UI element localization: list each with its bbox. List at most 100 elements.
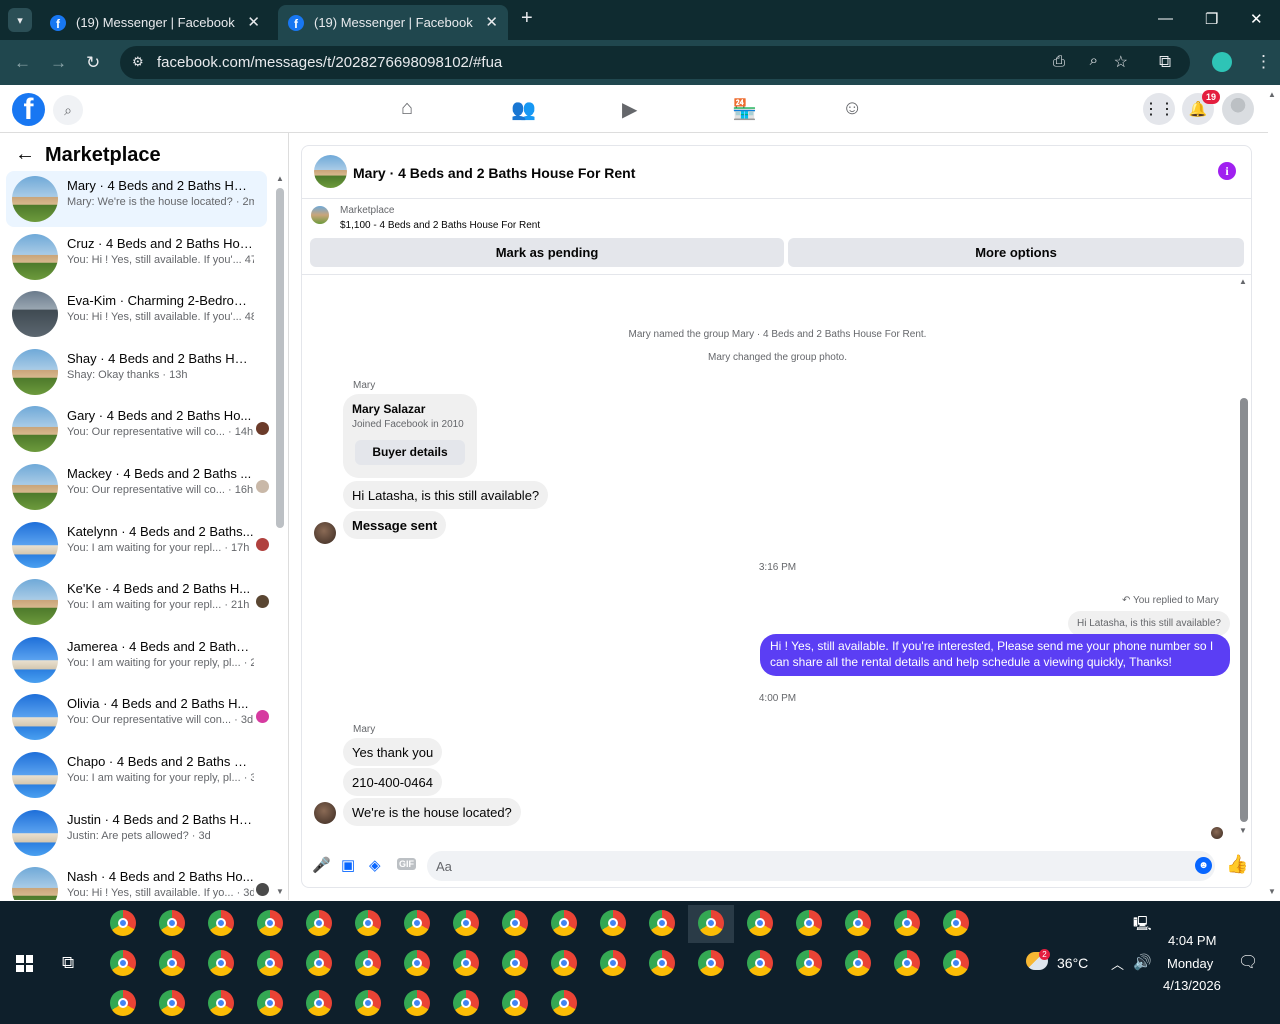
chrome-taskbar-icon[interactable] [845,950,871,976]
chat-scrollbar[interactable] [1240,398,1248,822]
chrome-taskbar-icon[interactable] [306,990,332,1016]
sender-avatar[interactable] [314,802,336,824]
chrome-taskbar-icon[interactable] [600,950,626,976]
conversation-item[interactable]: Justin · 4 Beds and 2 Baths Hou... Justin… [6,805,267,861]
tab-search-icon[interactable]: ▾ [8,8,32,32]
forward-icon[interactable]: → [50,53,67,73]
chrome-taskbar-icon[interactable] [355,910,381,936]
menu-grid-icon[interactable]: ⋮⋮ [1143,93,1175,125]
home-icon[interactable]: ⌂ [401,97,413,120]
back-arrow-icon[interactable]: ← [15,143,35,166]
friends-icon[interactable]: 👥 [511,97,536,122]
mark-as-pending-button[interactable]: Mark as pending [310,238,784,267]
show-hidden-icons-chevron[interactable]: ︿ [1111,954,1124,973]
facebook-logo-icon[interactable]: f [12,93,45,126]
start-windows-icon[interactable] [16,955,33,972]
chrome-taskbar-icon[interactable] [747,950,773,976]
back-icon[interactable]: ← [14,53,31,73]
address-bar[interactable]: ⚙ facebook.com/messages/t/20282766980981… [120,46,1190,79]
chrome-taskbar-icon[interactable] [502,990,528,1016]
message-bubble[interactable]: Message sent [343,511,447,539]
chrome-taskbar-icon[interactable] [404,990,430,1016]
sender-avatar[interactable] [314,522,336,544]
conversation-item[interactable]: Chapo · 4 Beds and 2 Baths Ho... You: I a… [6,747,267,803]
message-bubble[interactable]: Hi Latasha, is this still available? [343,481,549,509]
chrome-taskbar-icon[interactable] [698,950,724,976]
chrome-taskbar-icon[interactable] [355,950,381,976]
conversation-item[interactable]: Mary · 4 Beds and 2 Baths Hous... Mary: W… [6,171,267,227]
sidebar-scrollbar[interactable] [276,188,284,528]
chrome-taskbar-icon[interactable] [404,910,430,936]
install-app-icon[interactable]: ⎙ [1053,53,1065,70]
buyer-details-button[interactable]: Buyer details [355,440,465,465]
browser-tab-2[interactable]: f (19) Messenger | Facebook ✕ [278,5,508,40]
chrome-taskbar-icon[interactable] [453,990,479,1016]
watch-icon[interactable]: ▶ [622,97,637,122]
conversation-item[interactable]: Ke'Ke · 4 Beds and 2 Baths H... You: I am… [6,574,269,630]
weather-temp[interactable]: 36°C [1057,955,1088,971]
my-message-bubble[interactable]: Hi ! Yes, still available. If you're int… [760,634,1230,676]
site-settings-icon[interactable]: ⚙ [132,54,144,70]
message-bubble[interactable]: Yes thank you [343,738,443,766]
chrome-taskbar-icon[interactable] [453,910,479,936]
clock-time[interactable]: 4:04 PM [1168,933,1216,948]
chrome-taskbar-icon[interactable] [159,910,185,936]
chrome-taskbar-icon[interactable] [110,910,136,936]
conversation-item[interactable]: Shay · 4 Beds and 2 Baths Hous... Shay: O… [6,344,267,400]
more-options-button[interactable]: More options [788,238,1244,267]
minimize-icon[interactable]: — [1158,10,1173,27]
close-tab-icon[interactable]: ✕ [247,13,260,31]
reply-quote[interactable]: Hi Latasha, is this still available? [1068,611,1230,636]
chat-avatar[interactable] [314,155,347,188]
message-bubble[interactable]: 210-400-0464 [343,768,442,796]
message-input[interactable]: Aa ☻ [427,851,1215,881]
chrome-taskbar-icon[interactable] [110,950,136,976]
chrome-taskbar-icon[interactable] [355,990,381,1016]
chrome-taskbar-icon[interactable] [551,950,577,976]
chrome-taskbar-icon[interactable] [110,990,136,1016]
chrome-taskbar-icon[interactable] [551,990,577,1016]
conversation-item[interactable]: Mackey · 4 Beds and 2 Baths ... You: Our … [6,459,269,515]
chrome-taskbar-icon[interactable] [796,950,822,976]
chrome-taskbar-icon[interactable] [747,910,773,936]
chrome-taskbar-icon[interactable] [600,910,626,936]
chrome-taskbar-icon[interactable] [943,950,969,976]
task-view-icon[interactable]: ⧉ [62,953,74,973]
chrome-taskbar-icon[interactable] [159,950,185,976]
groups-icon[interactable]: ☺ [842,97,862,120]
microphone-icon[interactable]: 🎤 [312,856,331,874]
page-scroll-up-icon[interactable]: ▲ [1268,90,1276,99]
sticker-icon[interactable]: ◈ [369,856,381,874]
conversation-item[interactable]: Gary · 4 Beds and 2 Baths Ho... You: Our … [6,401,269,457]
listing-price[interactable]: $1,100 - 4 Beds and 2 Baths House For Re… [340,220,540,231]
conversation-item[interactable]: Jamerea · 4 Beds and 2 Baths H... You: I … [6,632,267,688]
chrome-taskbar-icon[interactable] [796,910,822,936]
chrome-taskbar-icon[interactable] [649,910,675,936]
restore-icon[interactable]: ❐ [1205,10,1218,28]
gif-icon[interactable]: GIF [397,858,416,870]
chrome-taskbar-icon[interactable] [845,910,871,936]
chrome-taskbar-icon[interactable] [306,950,332,976]
chrome-taskbar-icon[interactable] [208,910,234,936]
volume-icon[interactable]: 🔊 [1133,953,1152,971]
emoji-icon[interactable]: ☻ [1195,857,1212,874]
page-scroll-down-icon[interactable]: ▼ [1268,887,1276,896]
zoom-icon[interactable]: ⌕ [1090,52,1098,69]
chrome-taskbar-icon[interactable] [257,910,283,936]
photo-icon[interactable]: ▣ [341,856,355,874]
conversation-item[interactable]: Nash · 4 Beds and 2 Baths Ho... You: Hi !… [6,862,269,900]
chrome-taskbar-icon[interactable] [551,910,577,936]
info-icon[interactable]: i [1218,162,1236,180]
message-bubble[interactable]: We're is the house located? [343,798,521,826]
chrome-taskbar-icon[interactable] [257,950,283,976]
scroll-up-arrow-icon[interactable]: ▲ [276,174,284,183]
like-thumb-icon[interactable]: 👍 [1226,854,1248,875]
browser-tab-1[interactable]: f (19) Messenger | Facebook ✕ [40,5,270,40]
conversation-item[interactable]: Eva-Kim · Charming 2-Bedroom... You: Hi !… [6,286,267,342]
new-tab-button[interactable]: + [521,7,533,30]
notification-center-icon[interactable]: 🗨 [1238,952,1258,972]
account-avatar[interactable] [1222,93,1254,125]
profile-avatar[interactable] [1212,52,1232,72]
chrome-taskbar-icon[interactable] [208,990,234,1016]
scroll-down-arrow-icon[interactable]: ▼ [276,887,284,896]
